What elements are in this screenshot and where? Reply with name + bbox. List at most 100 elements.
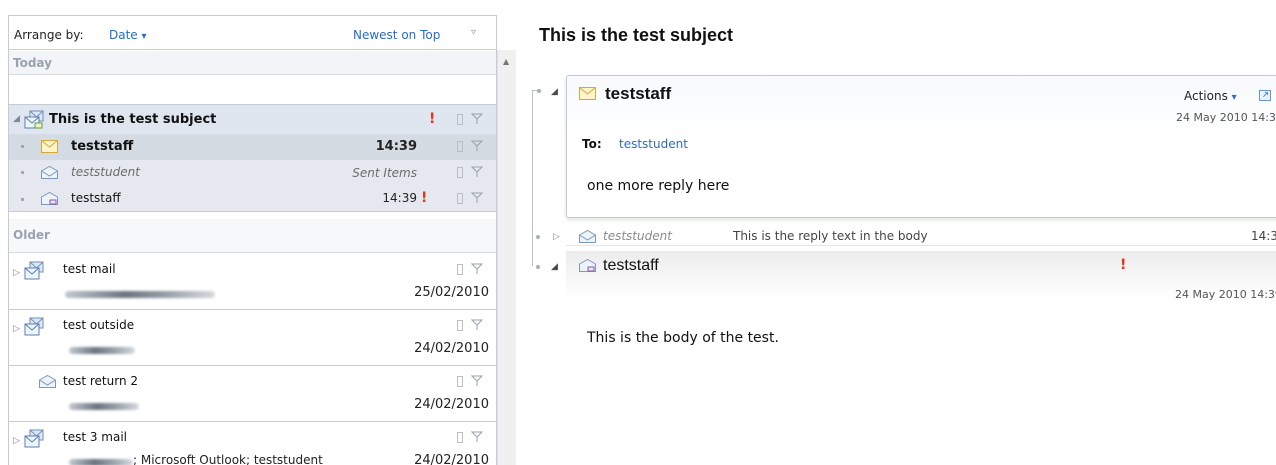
message-list: Today ◢ This is the test subject ! tests… <box>9 51 496 465</box>
envelope-icon <box>579 87 596 100</box>
thread-dot <box>536 235 540 239</box>
arrange-bar: Arrange by: Date ▾ Newest on Top ▿ <box>9 16 496 50</box>
message-time: 14:39 <box>375 139 417 154</box>
arrange-by-label: Arrange by: <box>14 28 84 42</box>
message-subject: test return 2 <box>63 374 138 388</box>
category-box[interactable] <box>457 376 463 387</box>
category-box[interactable] <box>457 320 463 331</box>
message-recipients: ; Microsoft Outlook; teststudent <box>133 453 323 465</box>
envelope-open-icon <box>579 230 596 243</box>
conversation-icon <box>24 261 44 280</box>
expand-triangle-icon[interactable]: ▷ <box>13 324 20 334</box>
group-header-older[interactable]: Older <box>9 219 496 253</box>
expand-triangle-icon[interactable]: ▷ <box>553 232 560 242</box>
redacted-recipients <box>65 291 215 298</box>
actions-menu-button[interactable]: Actions ▾ <box>1184 89 1237 103</box>
flag-icon[interactable] <box>471 375 483 387</box>
message-sender: teststudent <box>603 229 672 243</box>
message-subject: test mail <box>63 262 116 276</box>
collapse-triangle-icon[interactable]: ◢ <box>551 262 558 272</box>
message-body: This is the body of the test. <box>587 330 779 346</box>
thread-dot <box>21 145 24 148</box>
high-importance-icon: ! <box>429 111 436 127</box>
message-card-header <box>567 76 1276 138</box>
collapse-triangle-icon[interactable]: ◢ <box>551 87 558 97</box>
expand-triangle-icon[interactable]: ▷ <box>13 268 20 278</box>
message-date: 24/02/2010 <box>414 341 489 356</box>
envelope-reply-icon <box>579 259 596 272</box>
message-date: 25/02/2010 <box>414 285 489 300</box>
flag-icon[interactable] <box>471 263 483 275</box>
actions-caret-icon: ▾ <box>1231 92 1237 103</box>
thread-dot <box>537 89 541 93</box>
category-box[interactable] <box>457 141 463 152</box>
message-sender[interactable]: teststaff <box>605 84 671 104</box>
to-label: To: <box>582 137 602 151</box>
category-box[interactable] <box>457 264 463 275</box>
category-box[interactable] <box>457 432 463 443</box>
high-importance-icon: ! <box>421 190 428 206</box>
message-time: 14:39 <box>382 191 417 205</box>
message-collapsed-row[interactable]: teststudent This is the reply text in th… <box>566 227 1276 246</box>
message-list-scrollbar[interactable]: ▲ <box>497 50 516 465</box>
message-date: 24 May 2010 14:39 <box>1176 111 1276 124</box>
flag-icon[interactable] <box>471 113 483 125</box>
conversation-icon <box>24 110 44 129</box>
message-subject: test outside <box>63 318 135 332</box>
reading-pane-title: This is the test subject <box>539 25 734 45</box>
sort-caret-icon[interactable]: ▿ <box>471 27 476 38</box>
category-box[interactable] <box>457 114 463 125</box>
message-item[interactable]: test return 2 24/02/2010 <box>9 366 496 422</box>
conversation-header[interactable]: ◢ This is the test subject ! <box>9 104 496 134</box>
message-date: 24 May 2010 14:39 <box>1175 288 1276 301</box>
conversation-message[interactable]: teststudent Sent Items <box>9 160 496 186</box>
message-list-frame: Arrange by: Date ▾ Newest on Top ▿ Today… <box>8 15 497 465</box>
message-subject: test 3 mail <box>63 430 128 444</box>
popout-icon[interactable] <box>1259 90 1271 101</box>
thread-dot <box>21 171 24 174</box>
group-header-today[interactable]: Today <box>9 51 496 75</box>
message-item[interactable]: ▷ test outside 24/02/2010 <box>9 310 496 366</box>
expand-triangle-icon[interactable]: ▷ <box>13 436 20 446</box>
thread-dot <box>536 265 540 269</box>
reading-pane: This is the test subject ◢ ▷ ◢ teststaff… <box>516 0 1276 465</box>
high-importance-icon: ! <box>1120 257 1127 273</box>
message-card-latest[interactable]: teststaff Actions ▾ 24 May 2010 14:39 To… <box>566 75 1276 218</box>
collapse-triangle-icon[interactable]: ◢ <box>13 114 20 124</box>
message-list-pane: Arrange by: Date ▾ Newest on Top ▿ Today… <box>0 0 516 465</box>
envelope-open-icon <box>39 375 56 388</box>
message-item[interactable]: ▷ test 3 mail ; Microsoft Outlook; tests… <box>9 422 496 465</box>
message-body: one more reply here <box>587 178 730 194</box>
arrange-by-dropdown[interactable]: Date ▾ <box>109 28 147 42</box>
flag-icon[interactable] <box>471 431 483 443</box>
message-date: 24/02/2010 <box>414 453 489 465</box>
sort-order-button[interactable]: Newest on Top <box>353 28 440 42</box>
thread-line <box>532 90 533 266</box>
flag-icon[interactable] <box>471 192 483 204</box>
flag-icon[interactable] <box>471 166 483 178</box>
redacted-recipients <box>69 459 133 465</box>
message-time: 14:39 <box>1251 229 1276 243</box>
conversation-message[interactable]: teststaff 14:39 <box>9 134 496 160</box>
message-folder: Sent Items <box>352 166 417 180</box>
conversation-subject: This is the test subject <box>49 112 217 127</box>
message-header-original[interactable]: teststaff ! 24 May 2010 14:39 <box>566 251 1276 301</box>
flag-icon[interactable] <box>471 319 483 331</box>
conversation-icon <box>24 429 44 448</box>
thread-dot <box>21 198 24 201</box>
message-snippet: This is the reply text in the body <box>733 229 928 243</box>
category-box[interactable] <box>457 167 463 178</box>
flag-icon[interactable] <box>471 140 483 152</box>
redacted-recipients <box>69 347 135 354</box>
to-recipient-link[interactable]: teststudent <box>619 137 688 151</box>
envelope-open-icon <box>41 166 58 179</box>
envelope-icon <box>41 140 58 153</box>
message-item[interactable]: ▷ test mail 25/02/2010 <box>9 254 496 310</box>
conversation-message[interactable]: teststaff 14:39 ! <box>9 186 496 212</box>
redacted-recipients <box>69 403 139 410</box>
conversation-icon <box>24 317 44 336</box>
scroll-up-arrow-icon[interactable]: ▲ <box>503 57 509 66</box>
envelope-reply-icon <box>41 192 58 205</box>
message-sender[interactable]: teststaff <box>603 257 659 275</box>
category-box[interactable] <box>457 193 463 204</box>
